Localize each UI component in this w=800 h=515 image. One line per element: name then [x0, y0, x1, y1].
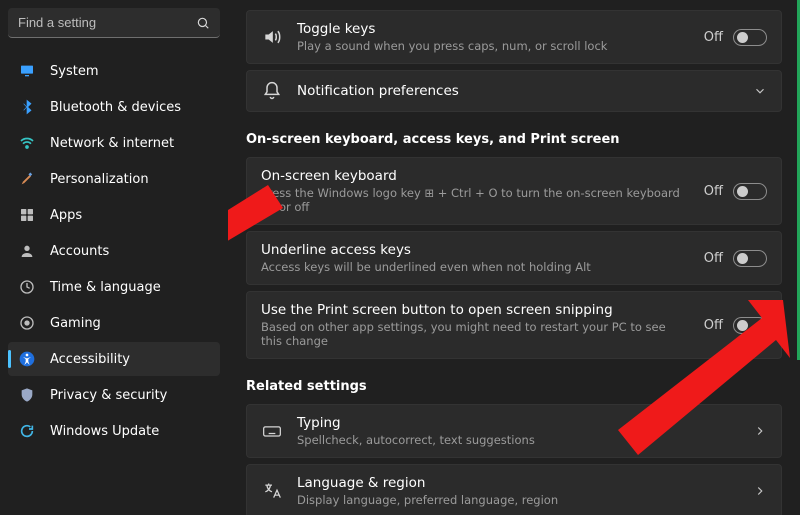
nav-label: Windows Update	[50, 424, 159, 439]
language-icon	[261, 481, 283, 501]
nav-label: Bluetooth & devices	[50, 100, 181, 115]
setting-subtitle: Access keys will be underlined even when…	[261, 260, 690, 274]
setting-underline-access-keys[interactable]: Underline access keys Access keys will b…	[246, 231, 782, 285]
setting-title: Language & region	[297, 475, 739, 491]
section-heading-keyboard: On-screen keyboard, access keys, and Pri…	[246, 132, 782, 147]
search-input[interactable]	[18, 15, 196, 30]
apps-icon	[18, 206, 36, 224]
bluetooth-icon	[18, 98, 36, 116]
settings-content: Toggle keys Play a sound when you press …	[228, 0, 800, 515]
nav-label: Gaming	[50, 316, 101, 331]
chevron-down-icon	[753, 84, 767, 98]
search-icon	[196, 16, 210, 30]
accessibility-icon	[18, 350, 36, 368]
setting-title: Underline access keys	[261, 242, 690, 258]
setting-subtitle: Press the Windows logo key ⊞ + Ctrl + O …	[261, 186, 690, 214]
wifi-icon	[18, 134, 36, 152]
setting-toggle-keys[interactable]: Toggle keys Play a sound when you press …	[246, 10, 782, 64]
toggle-switch[interactable]	[733, 29, 767, 46]
update-icon	[18, 422, 36, 440]
link-language-region[interactable]: Language & region Display language, pref…	[246, 464, 782, 515]
toggle-switch[interactable]	[733, 183, 767, 200]
setting-title: Use the Print screen button to open scre…	[261, 302, 690, 318]
nav-label: Accounts	[50, 244, 109, 259]
nav-label: System	[50, 64, 98, 79]
toggle-state-label: Off	[704, 30, 723, 45]
nav-label: Personalization	[50, 172, 149, 187]
setting-subtitle: Display language, preferred language, re…	[297, 493, 739, 507]
nav-gaming[interactable]: Gaming	[8, 306, 220, 340]
nav-system[interactable]: System	[8, 54, 220, 88]
nav-label: Accessibility	[50, 352, 130, 367]
setting-print-screen-snipping[interactable]: Use the Print screen button to open scre…	[246, 291, 782, 359]
keyboard-icon	[261, 421, 283, 441]
nav-label: Network & internet	[50, 136, 174, 151]
nav-apps[interactable]: Apps	[8, 198, 220, 232]
setting-subtitle: Based on other app settings, you might n…	[261, 320, 690, 348]
nav-accounts[interactable]: Accounts	[8, 234, 220, 268]
bell-icon	[261, 81, 283, 101]
setting-subtitle: Play a sound when you press caps, num, o…	[297, 39, 690, 53]
system-icon	[18, 62, 36, 80]
setting-on-screen-keyboard[interactable]: On-screen keyboard Press the Windows log…	[246, 157, 782, 225]
person-icon	[18, 242, 36, 260]
chevron-right-icon	[753, 424, 767, 438]
paintbrush-icon	[18, 170, 36, 188]
gaming-icon	[18, 314, 36, 332]
toggle-state-label: Off	[704, 251, 723, 266]
setting-title: Notification preferences	[297, 83, 739, 99]
nav-bluetooth[interactable]: Bluetooth & devices	[8, 90, 220, 124]
nav-accessibility[interactable]: Accessibility	[8, 342, 220, 376]
nav-label: Apps	[50, 208, 82, 223]
setting-title: On-screen keyboard	[261, 168, 690, 184]
nav-label: Time & language	[50, 280, 161, 295]
settings-sidebar: System Bluetooth & devices Network & int…	[0, 0, 228, 515]
nav-privacy[interactable]: Privacy & security	[8, 378, 220, 412]
setting-title: Toggle keys	[297, 21, 690, 37]
setting-subtitle: Spellcheck, autocorrect, text suggestion…	[297, 433, 739, 447]
toggle-state-label: Off	[704, 318, 723, 333]
nav-label: Privacy & security	[50, 388, 167, 403]
globe-clock-icon	[18, 278, 36, 296]
section-heading-related: Related settings	[246, 379, 782, 394]
nav-network[interactable]: Network & internet	[8, 126, 220, 160]
nav-windows-update[interactable]: Windows Update	[8, 414, 220, 448]
nav-personalization[interactable]: Personalization	[8, 162, 220, 196]
setting-notification-preferences[interactable]: Notification preferences	[246, 70, 782, 112]
toggle-switch[interactable]	[733, 317, 767, 334]
setting-title: Typing	[297, 415, 739, 431]
chevron-right-icon	[753, 484, 767, 498]
nav-time-language[interactable]: Time & language	[8, 270, 220, 304]
link-typing[interactable]: Typing Spellcheck, autocorrect, text sug…	[246, 404, 782, 458]
shield-icon	[18, 386, 36, 404]
toggle-state-label: Off	[704, 184, 723, 199]
toggle-switch[interactable]	[733, 250, 767, 267]
sound-icon	[261, 27, 283, 47]
search-field[interactable]	[8, 8, 220, 38]
nav-list: System Bluetooth & devices Network & int…	[8, 54, 220, 448]
